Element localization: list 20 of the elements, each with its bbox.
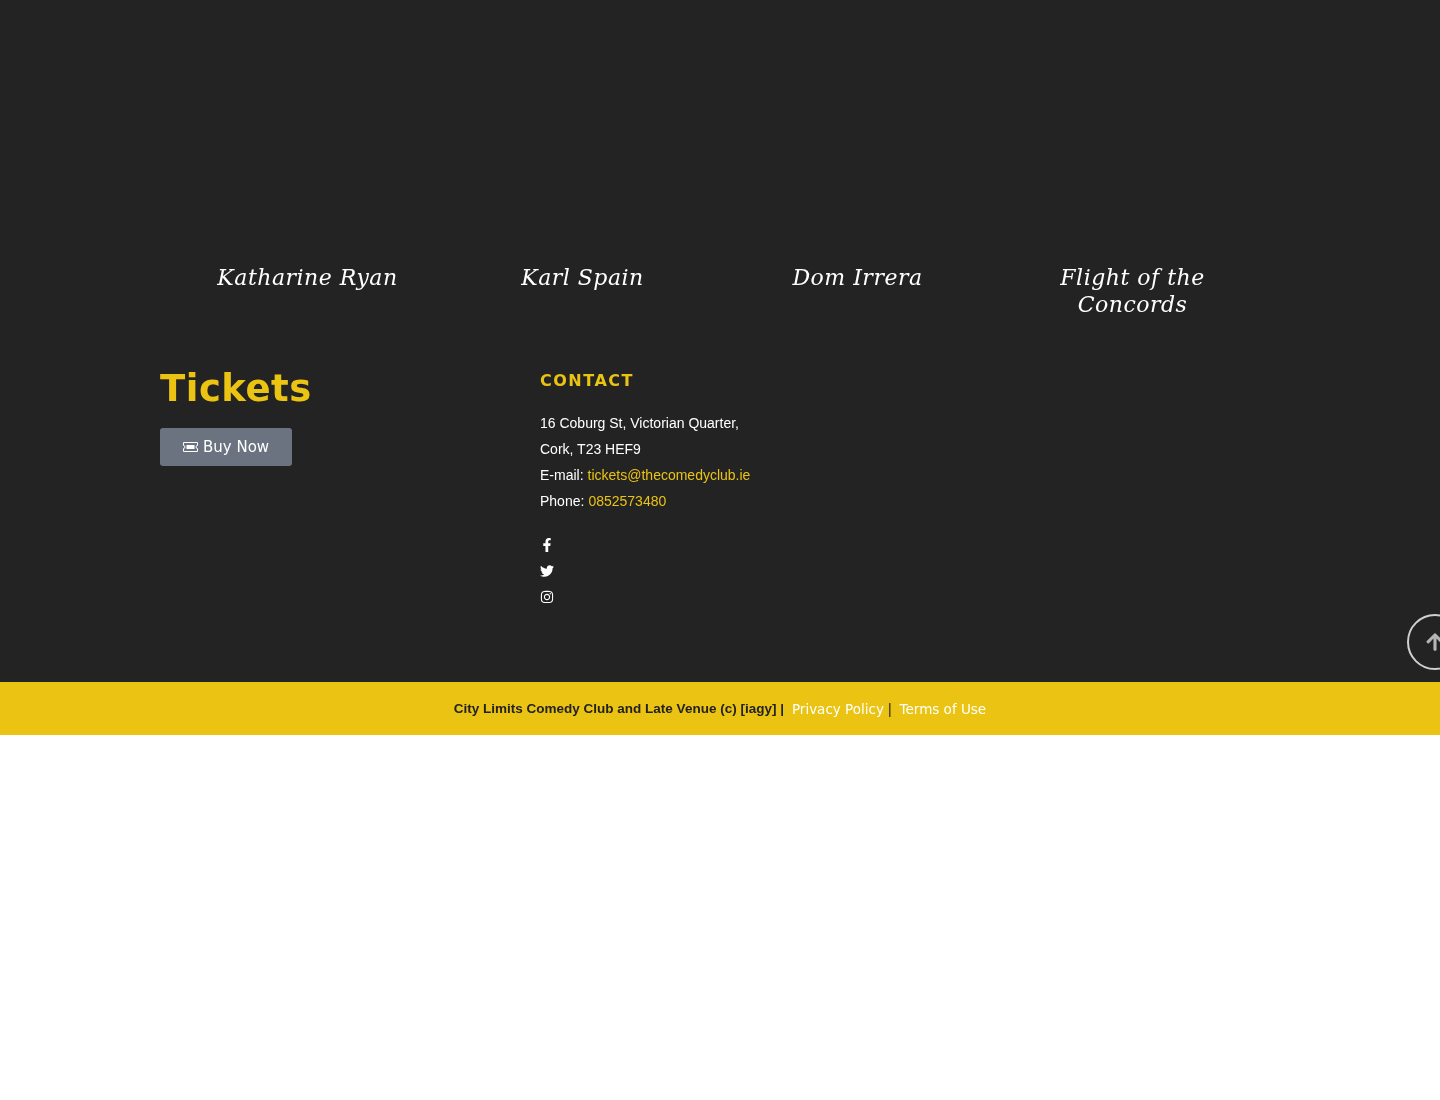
arrow-up-icon <box>1425 632 1440 652</box>
copyright-text: City Limits Comedy Club and Late Venue (c) [iagy] | <box>453 701 784 716</box>
comedian-name: Dom Irrera <box>792 264 923 292</box>
contact-link[interactable]: 0852573480 <box>588 488 667 514</box>
separator-text: | <box>887 700 892 717</box>
contact-heading: CONTACT <box>540 370 634 392</box>
tickets-heading: Tickets <box>160 366 312 412</box>
contact-label: Phone: <box>540 492 585 511</box>
contact-label: E-mail: <box>540 466 584 485</box>
buy-now-button[interactable]: Buy Now <box>160 428 293 466</box>
contact-link[interactable]: tickets@thecomedyclub.ie <box>587 462 751 488</box>
twitter-icon[interactable] <box>540 564 554 578</box>
instagram-icon[interactable] <box>540 590 554 604</box>
address-line: Cork, T23 HEF9 <box>540 440 641 459</box>
comedian-name: Katharine Ryan <box>217 264 398 292</box>
ticket-icon <box>183 442 198 452</box>
facebook-icon[interactable] <box>540 538 554 552</box>
comedian-name: Karl Spain <box>521 264 644 292</box>
address-line: 16 Coburg St, Victorian Quarter, <box>540 414 739 433</box>
comedian-name: Flight of the Concords <box>1059 264 1206 318</box>
